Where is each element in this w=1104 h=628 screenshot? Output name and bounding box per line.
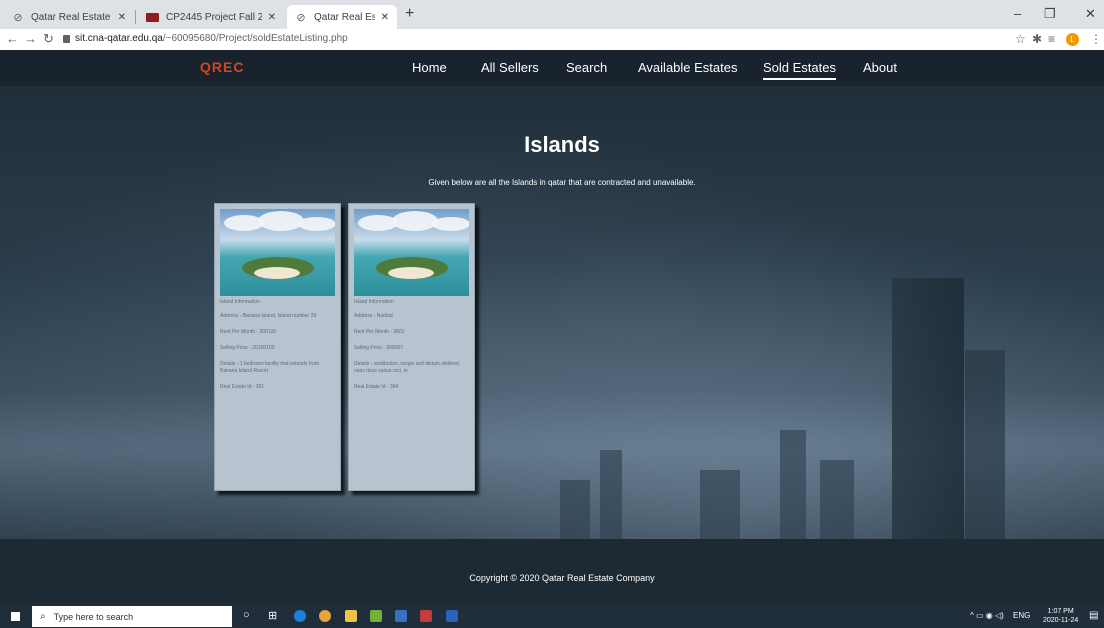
- estate-id: Real Estate Id - 304: [354, 384, 399, 390]
- estate-address: Address - Nadiad: [354, 313, 393, 319]
- tab-close-icon[interactable]: ✕: [381, 12, 389, 23]
- nav-all-sellers[interactable]: All Sellers: [481, 60, 539, 75]
- tab-close-icon[interactable]: ✕: [118, 12, 126, 23]
- taskbar-search-placeholder: Type here to search: [53, 611, 134, 622]
- chrome-browser-icon[interactable]: [319, 610, 331, 622]
- lock-icon: [63, 35, 70, 43]
- minimize-icon[interactable]: –: [1014, 6, 1021, 21]
- tray-icons[interactable]: ^ ▭ ◉ ◁): [970, 611, 1004, 620]
- estate-card: Island Information Address - Nadiad Rent…: [348, 203, 475, 491]
- app-icon[interactable]: [395, 610, 407, 622]
- more-menu-icon[interactable]: ⋮: [1090, 32, 1102, 46]
- reload-icon[interactable]: ↻: [43, 31, 54, 47]
- nav-available-estates[interactable]: Available Estates: [638, 60, 738, 75]
- nav-about[interactable]: About: [863, 60, 897, 75]
- copyright-text: Copyright © 2020 Qatar Real Estate Compa…: [469, 573, 655, 583]
- app-icon[interactable]: [370, 610, 382, 622]
- background-building: [780, 430, 806, 540]
- browser-tab-1[interactable]: ⊘ Qatar Real Estate Company ✕: [4, 5, 134, 29]
- estate-details: Details - 1 bedroom facility that extend…: [220, 361, 319, 374]
- file-explorer-icon[interactable]: [345, 610, 357, 622]
- reading-list-icon[interactable]: ≡: [1048, 32, 1055, 46]
- estate-id: Real Estate Id - 301: [220, 384, 265, 390]
- browser-tab-title: Qatar Real Estate Company: [31, 11, 112, 23]
- extensions-icon[interactable]: ✱: [1032, 32, 1042, 46]
- tab-separator: [135, 10, 136, 24]
- edge-browser-icon[interactable]: [294, 610, 306, 622]
- profile-avatar[interactable]: L: [1066, 33, 1079, 46]
- browser-tab-2[interactable]: CP2445 Project Fall 2020 - CP244 ✕: [138, 5, 284, 29]
- nav-search[interactable]: Search: [566, 60, 607, 75]
- estate-selling-price: Selling Price - 20100100: [220, 345, 275, 351]
- notification-icon[interactable]: ▤: [1089, 610, 1098, 621]
- background-building: [820, 460, 854, 540]
- estate-address: Address - Banana Island, Island number 2…: [220, 313, 317, 319]
- search-icon: ⌕: [40, 611, 46, 622]
- cortana-icon[interactable]: ○: [243, 609, 250, 621]
- card-heading: Island Information: [220, 299, 260, 305]
- word-icon[interactable]: [446, 610, 458, 622]
- maximize-icon[interactable]: ❐: [1044, 6, 1056, 22]
- app-icon[interactable]: [420, 610, 432, 622]
- site-footer: Copyright © 2020 Qatar Real Estate Compa…: [0, 539, 1104, 605]
- page-subtitle: Given below are all the Islands in qatar…: [428, 178, 696, 187]
- globe-icon: ⊘: [296, 11, 306, 24]
- card-heading: Island Information: [354, 299, 394, 305]
- new-tab-icon[interactable]: +: [405, 5, 414, 23]
- task-view-icon[interactable]: ⊞: [268, 609, 277, 622]
- page-title: Islands: [524, 132, 600, 157]
- estate-selling-price: Selling Price - 309057: [354, 345, 403, 351]
- island-photo: [220, 209, 335, 296]
- estate-card: Island Information Address - Banana Isla…: [214, 203, 341, 491]
- nav-sold-estates[interactable]: Sold Estates: [763, 60, 836, 80]
- background-building: [600, 450, 622, 540]
- url-path: /~60095680/Project/soldEstateListing.php: [162, 33, 348, 44]
- background-tower: [965, 350, 1005, 540]
- taskbar-search-box[interactable]: ⌕ Type here to search: [32, 606, 232, 627]
- browser-tab-title: CP2445 Project Fall 2020 - CP244: [166, 11, 262, 23]
- windows-start-icon[interactable]: [11, 612, 20, 621]
- address-bar[interactable]: sit.cna-qatar.edu.qa/~60095680/Project/s…: [75, 33, 348, 44]
- tab-close-icon[interactable]: ✕: [268, 12, 276, 23]
- clock-date: 2020-11-24: [1043, 617, 1079, 624]
- forward-arrow-icon[interactable]: →: [24, 31, 37, 46]
- background-building: [560, 480, 590, 540]
- browser-tab-title: Qatar Real Estate Company: [314, 11, 375, 23]
- back-arrow-icon[interactable]: ←: [6, 31, 19, 46]
- browser-toolbar: ← → ↻ sit.cna-qatar.edu.qa/~60095680/Pro…: [0, 29, 1104, 50]
- bookmark-star-icon[interactable]: ☆: [1015, 32, 1026, 46]
- estate-info: Island Information Address - Nadiad Rent…: [354, 299, 471, 400]
- browser-tab-3[interactable]: ⊘ Qatar Real Estate Company ✕: [287, 5, 397, 29]
- system-clock[interactable]: 1:07 PM 2020-11-24: [1043, 607, 1078, 625]
- clock-time: 1:07 PM: [1047, 608, 1074, 615]
- estate-rent: Rent Per Month - 3601: [354, 329, 405, 335]
- nav-home[interactable]: Home: [412, 60, 447, 75]
- browser-tab-strip: ⊘ Qatar Real Estate Company ✕ CP2445 Pro…: [0, 0, 1104, 29]
- windows-taskbar: ⌕ Type here to search ○ ⊞ ^ ▭ ◉ ◁) ENG 1…: [0, 605, 1104, 628]
- estate-details: Details - vestibulum, neque sed dictum e…: [354, 361, 461, 374]
- estate-info: Island Information Address - Banana Isla…: [220, 299, 337, 400]
- background-tower: [892, 278, 964, 540]
- site-navbar: QREC Home All Sellers Search Available E…: [0, 50, 1104, 86]
- background-building: [700, 470, 740, 540]
- island-photo: [354, 209, 469, 296]
- site-logo[interactable]: QREC: [200, 59, 244, 75]
- url-host: sit.cna-qatar.edu.qa: [75, 33, 163, 44]
- estate-rent: Rent Per Month - 300100: [220, 329, 277, 335]
- window-close-icon[interactable]: ✕: [1085, 6, 1096, 22]
- language-indicator[interactable]: ENG: [1013, 611, 1030, 620]
- page-viewport: QREC Home All Sellers Search Available E…: [0, 50, 1104, 605]
- globe-icon: ⊘: [13, 11, 23, 24]
- site-favicon-icon: [146, 12, 159, 22]
